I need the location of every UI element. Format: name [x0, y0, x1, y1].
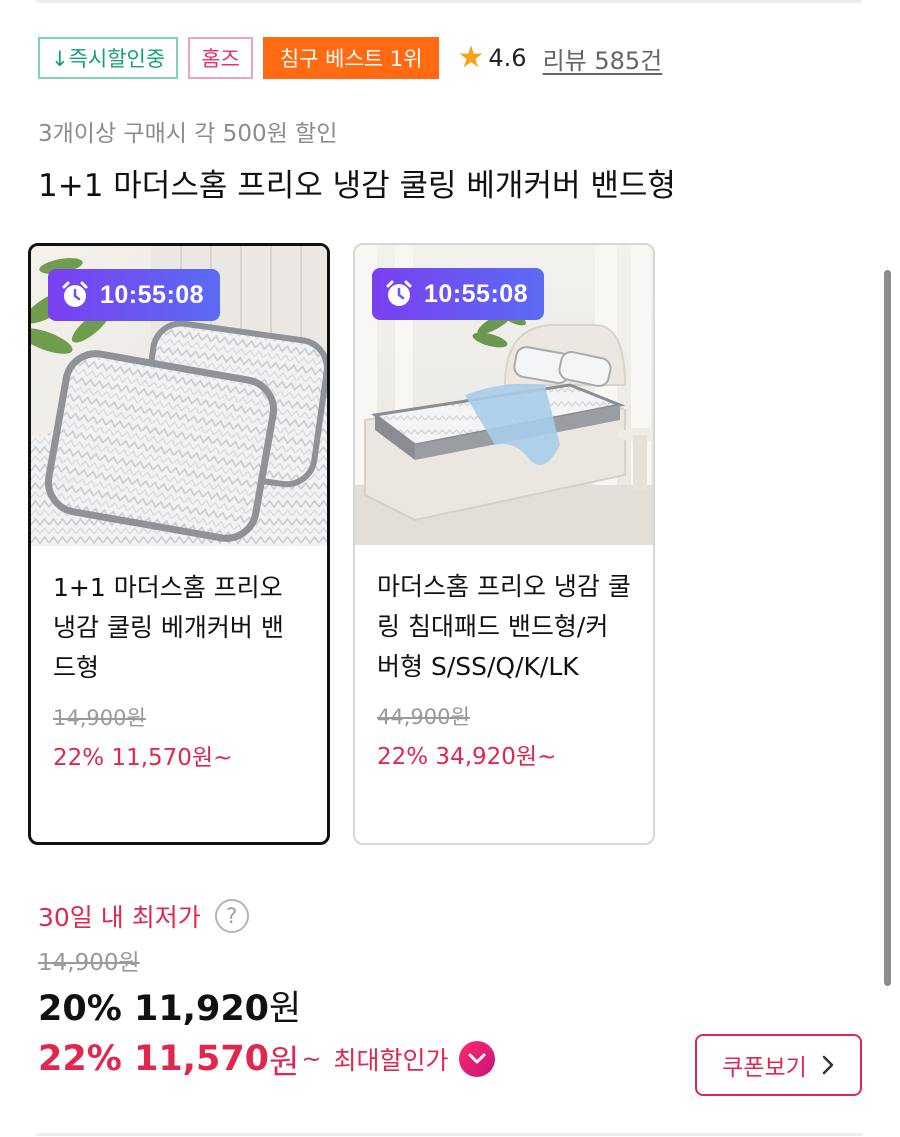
option-sale-price: 22% 11,570원~ [53, 745, 233, 771]
scrollbar[interactable] [884, 270, 891, 986]
alarm-clock-icon [62, 281, 88, 307]
bottom-divider [36, 1133, 862, 1136]
question-icon[interactable]: ? [214, 899, 249, 933]
alarm-clock-icon [386, 280, 412, 306]
max-discount-price-row: 22% 11,570 원 ~ 최대할인가 [38, 1035, 495, 1083]
option-original-price: 44,900원 [377, 705, 470, 729]
homes-badge[interactable]: 홈즈 [188, 37, 253, 79]
bedding-best-badge: 침구 베스트 1위 [262, 37, 440, 79]
view-coupon-button[interactable]: 쿠폰보기 [695, 1034, 862, 1096]
timer-text: 10:55:08 [100, 280, 205, 309]
badge-row: ↓즉시할인중 홈즈 침구 베스트 1위 ★ 4.6 리뷰 585건 [38, 37, 662, 79]
promo-subtitle: 3개이상 구매시 각 500원 할인 [38, 121, 338, 147]
max-discount-price: 22% 11,570 [38, 1039, 270, 1079]
chevron-down-icon[interactable] [458, 1041, 495, 1077]
mattress-pad-image: 10:55:08 [355, 245, 653, 545]
product-title: 1+1 마더스홈 프리오 냉감 쿨링 베개커버 밴드형 [38, 168, 676, 204]
review-link[interactable]: 리뷰 585건 [543, 41, 663, 76]
timer-text: 10:55:08 [424, 279, 529, 308]
current-price-unit: 원 [269, 989, 302, 1029]
countdown-timer: 10:55:08 [372, 268, 545, 320]
option-card-pillow[interactable]: 10:55:08 1+1 마더스홈 프리오 냉감 쿨링 베개커버 밴드형 14,… [28, 243, 330, 845]
option-name: 1+1 마더스홈 프리오 냉감 쿨링 베개커버 밴드형 [53, 573, 284, 682]
top-divider [36, 0, 862, 3]
option-original-price: 14,900원 [53, 706, 146, 730]
star-icon: ★ [457, 40, 485, 75]
rating: ★ 4.6 리뷰 585건 [457, 41, 662, 76]
countdown-timer: 10:55:08 [48, 269, 221, 321]
instant-discount-badge: ↓즉시할인중 [38, 37, 179, 79]
chevron-right-icon [822, 1055, 834, 1075]
current-price: 20% 11,920원 [38, 980, 301, 1031]
option-name: 마더스홈 프리오 냉감 쿨링 침대패드 밴드형/커버형 S/SS/Q/K/LK [377, 572, 631, 681]
option-card-mattress-pad[interactable]: 10:55:08 마더스홈 프리오 냉감 쿨링 침대패드 밴드형/커버형 S/S… [353, 243, 655, 845]
original-price: 14,900원 [38, 950, 140, 976]
option-sale-price: 22% 34,920원~ [377, 744, 557, 770]
pillow-cover-image: 10:55:08 [31, 246, 327, 546]
max-discount-tilde: ~ [301, 1045, 322, 1073]
max-discount-label: 최대할인가 [333, 1046, 449, 1075]
lowest-price-label-row: 30일 내 최저가 ? [38, 898, 249, 934]
current-price-value: 20% 11,920 [38, 989, 270, 1029]
lowest-price-label: 30일 내 최저가 [38, 903, 201, 932]
rating-score: 4.6 [488, 44, 527, 72]
view-coupon-label: 쿠폰보기 [722, 1055, 807, 1081]
max-discount-unit: 원 [269, 1042, 300, 1081]
